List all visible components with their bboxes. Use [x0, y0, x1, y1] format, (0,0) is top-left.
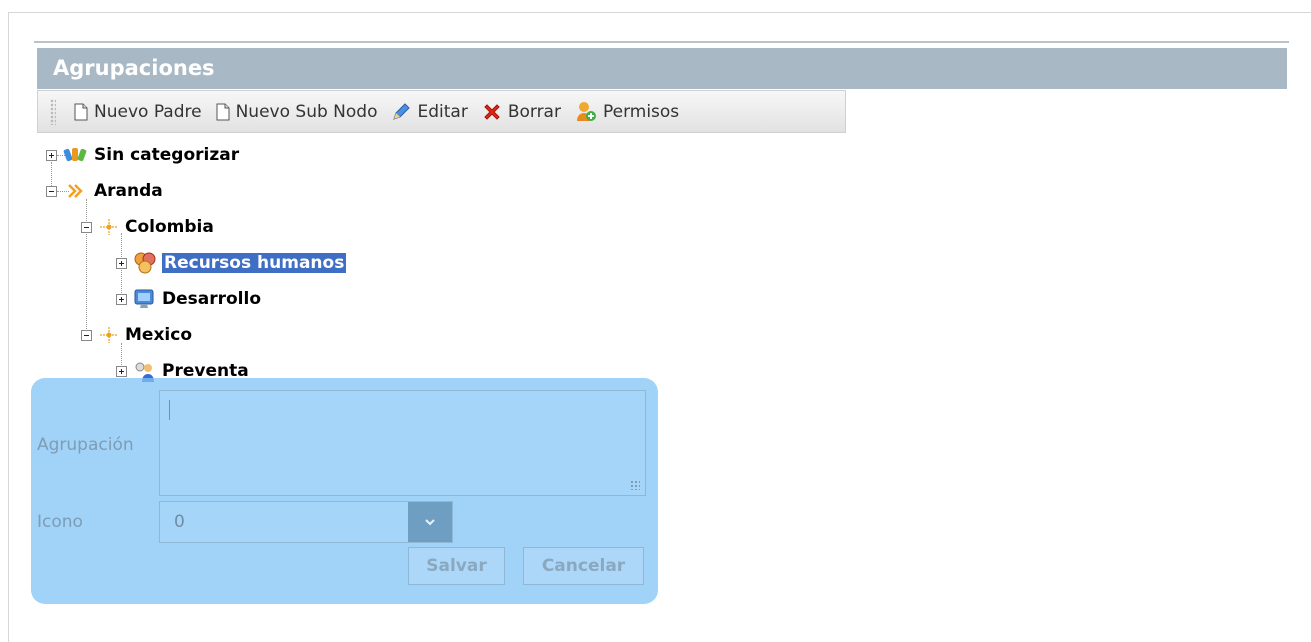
icono-selected-value: 0 [174, 512, 185, 532]
panel-title: Agrupaciones [37, 48, 1287, 89]
computer-monitor-icon [134, 289, 154, 308]
node-label-selected: Recursos humanos [162, 253, 347, 273]
permissions-button[interactable]: Permisos [575, 101, 679, 123]
new-document-icon [216, 103, 230, 120]
text-caret [169, 400, 170, 420]
node-label: Colombia [125, 217, 214, 237]
tree-node-colombia[interactable]: Colombia [81, 215, 214, 239]
network-nodes-icon [100, 327, 118, 343]
new-parent-label: Nuevo Padre [94, 101, 202, 122]
collapse-icon[interactable] [46, 185, 57, 197]
new-subnode-button[interactable]: Nuevo Sub Nodo [216, 101, 378, 122]
toolbar: Nuevo Padre Nuevo Sub Nodo Editar Borrar… [37, 90, 846, 133]
expand-icon[interactable] [116, 365, 127, 377]
delete-button[interactable]: Borrar [482, 102, 561, 122]
node-label: Sin categorizar [94, 145, 240, 165]
new-document-icon [74, 103, 88, 120]
agrupacion-label: Agrupación [37, 435, 134, 455]
tree-node-mexico[interactable]: Mexico [81, 323, 192, 347]
agrupacion-textarea[interactable] [159, 390, 646, 496]
icono-select[interactable]: 0 [159, 501, 453, 543]
new-parent-button[interactable]: Nuevo Padre [74, 102, 202, 122]
edit-label: Editar [417, 101, 468, 122]
cancel-button[interactable]: Cancelar [523, 547, 644, 585]
red-x-icon [484, 103, 500, 120]
icono-label: Icono [37, 512, 83, 532]
pencil-icon [393, 102, 411, 120]
collapse-icon[interactable] [81, 329, 92, 341]
dropdown-trigger[interactable] [408, 502, 452, 542]
crayons-icon [63, 148, 87, 162]
expand-icon[interactable] [116, 257, 127, 269]
expand-icon[interactable] [116, 293, 127, 305]
tree-node-desarrollo[interactable]: Desarrollo [116, 287, 261, 311]
top-divider [34, 41, 1289, 43]
tree-node-recursos-humanos[interactable]: Recursos humanos [116, 251, 347, 275]
node-label: Mexico [125, 325, 192, 345]
expand-icon[interactable] [46, 149, 57, 161]
edit-button[interactable]: Editar [391, 101, 468, 122]
node-label: Aranda [94, 181, 163, 201]
toolbar-grip [50, 98, 56, 125]
permissions-label: Permisos [602, 101, 680, 122]
tree-node-aranda[interactable]: Aranda [46, 179, 163, 203]
chevron-down-icon [425, 519, 435, 526]
network-nodes-icon [100, 219, 118, 235]
save-button[interactable]: Salvar [408, 547, 505, 585]
delete-label: Borrar [507, 101, 561, 122]
node-label: Desarrollo [162, 289, 262, 309]
collapse-icon[interactable] [81, 221, 92, 233]
people-group-icon [134, 252, 156, 274]
tree-node-sin-categorizar[interactable]: Sin categorizar [46, 143, 239, 167]
user-add-icon [576, 101, 596, 121]
resize-handle-icon[interactable] [630, 480, 640, 490]
new-subnode-label: Nuevo Sub Nodo [235, 101, 378, 122]
double-chevron-icon [68, 184, 83, 198]
